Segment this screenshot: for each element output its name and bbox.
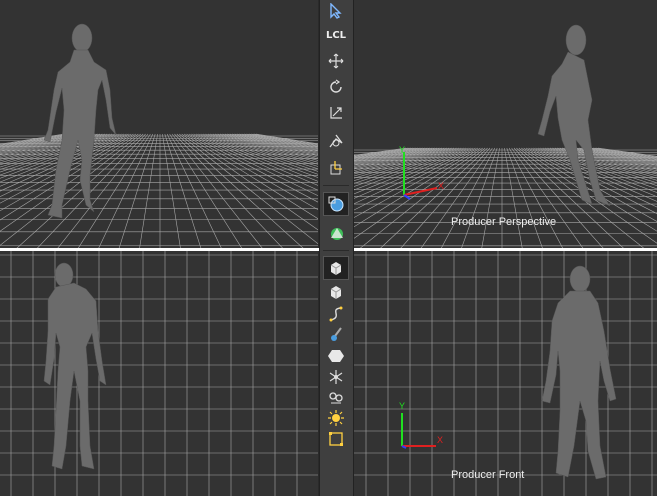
character-figure-bottom-right [541,265,617,480]
axis-label-y-front: Y [399,401,406,411]
pivot-tool-button[interactable] [324,156,348,178]
paint-brush-button[interactable] [324,324,348,346]
character-figure-top-left [43,23,117,219]
constraint-icon [329,392,343,404]
character-figure-bottom-left [43,262,107,470]
toolbar-separator [323,185,349,186]
scale-icon [330,107,342,119]
select-icon [330,3,342,19]
create-light-button[interactable] [324,407,348,429]
move-tool-button[interactable] [324,50,348,72]
tools-toolbar: LCL [319,0,354,496]
viewport-producer-front[interactable]: X Y Producer Front [352,251,657,496]
ortho-grid-bottom-left [0,251,318,496]
cube-selected-icon [330,262,342,275]
rotate-tool-button[interactable] [324,76,348,98]
frame-button[interactable] [324,428,348,450]
create-cube-button[interactable] [324,281,348,303]
skeleton-icon [329,370,343,384]
viewport-label: Producer Front [451,469,525,481]
curve-icon [329,306,343,322]
rotate-icon [330,79,342,93]
pivot-icon [330,161,342,175]
navigation-icon [331,228,343,240]
viewport-label: Producer Perspective [451,216,557,228]
viewport-producer-perspective[interactable]: X Y Producer Perspective [352,0,657,248]
viewport-bottom-left[interactable] [0,251,318,496]
orbit-camera-button[interactable] [323,192,349,216]
toolbar-separator [323,250,349,251]
viewport-top-left[interactable] [0,0,318,248]
character-figure-top-right [537,24,611,207]
frame-icon [329,432,343,446]
select-tool-button[interactable] [324,0,348,22]
cube-icon [330,286,342,299]
local-space-icon: LCL [325,29,347,41]
scale-tool-button[interactable] [324,102,348,124]
axis-label-x-perspective: X [438,181,445,191]
ortho-grid-bottom-right [352,251,657,496]
paint-brush-icon [331,327,342,341]
light-icon [328,410,344,426]
orbit-camera-icon [328,196,344,212]
create-cube-selected-button[interactable] [323,256,349,280]
local-space-button[interactable]: LCL [324,24,348,46]
polygon-icon [328,350,344,362]
constraint-button[interactable] [324,386,348,408]
create-polygon-button[interactable] [324,345,348,367]
move-icon [328,53,344,69]
navigation-button[interactable] [324,222,348,244]
universal-manipulator-button[interactable] [324,130,348,152]
axis-label-x-front: X [437,435,444,445]
skeleton-button[interactable] [324,366,348,388]
create-curve-button[interactable] [324,303,348,325]
perspective-grid-top-right [352,24,657,248]
universal-manipulator-icon [329,134,343,148]
axis-gizmo-front [401,413,436,449]
axis-label-y-perspective: Y [399,145,406,155]
perspective-grid-top-left [0,23,318,248]
